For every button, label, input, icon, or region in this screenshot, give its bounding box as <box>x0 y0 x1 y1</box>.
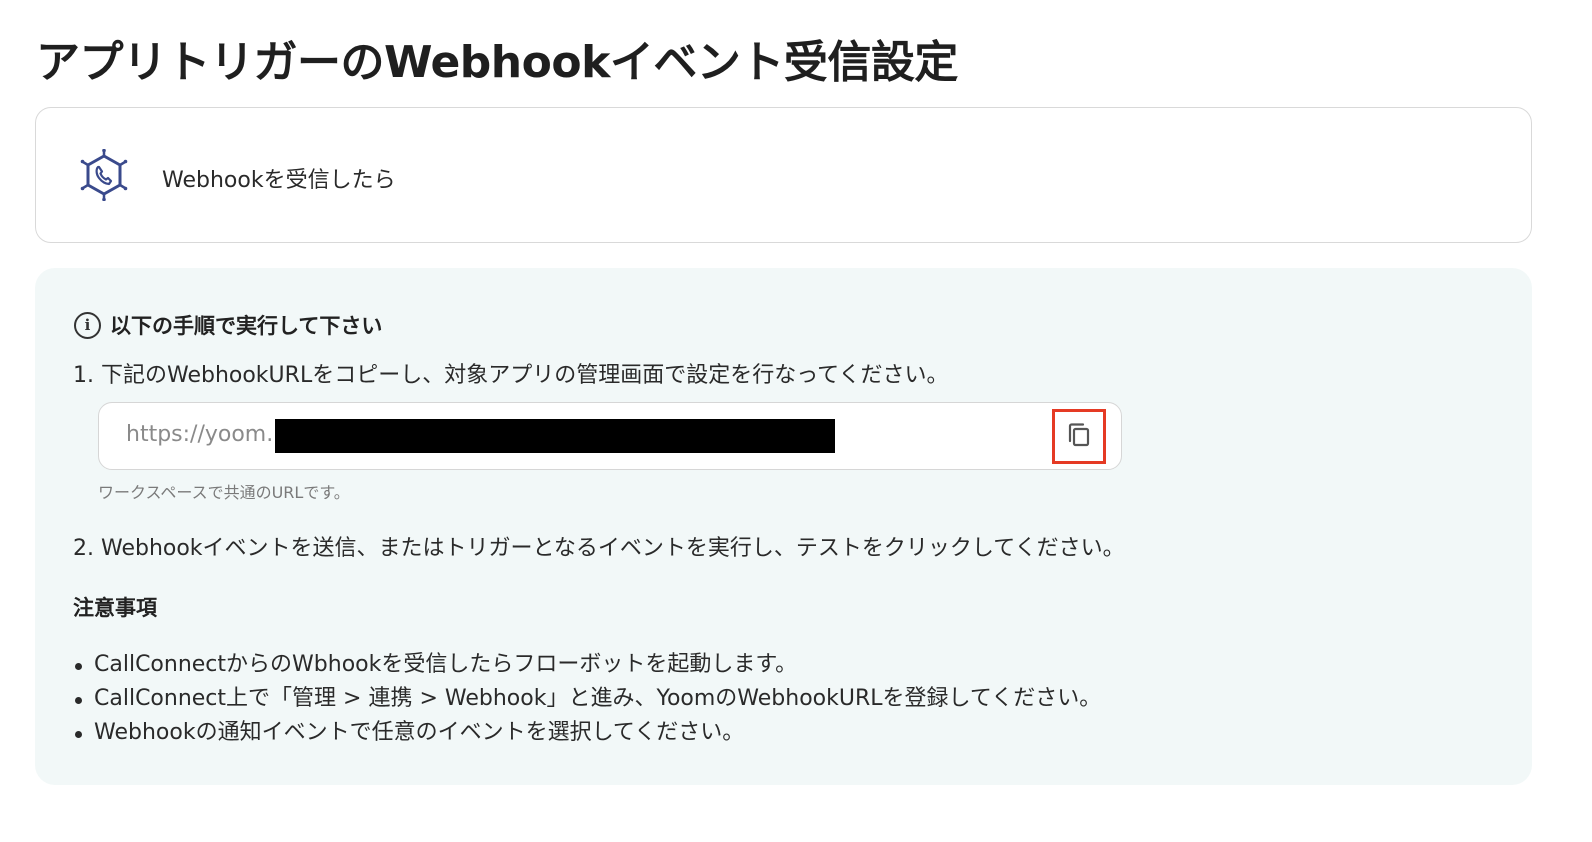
note-item: CallConnectからのWbhookを受信したらフローボットを起動します。 <box>73 648 1101 682</box>
instructions-heading: i 以下の手順で実行して下さい <box>74 310 382 340</box>
notes-heading: 注意事項 <box>73 596 157 620</box>
copy-icon <box>1065 421 1093 453</box>
webhook-phone-icon <box>78 148 130 202</box>
url-redaction-block <box>275 419 835 453</box>
url-helper-text: ワークスペースで共通のURLです。 <box>98 483 350 502</box>
page-title: アプリトリガーのWebhookイベント受信設定 <box>36 37 958 88</box>
notes-list: CallConnectからのWbhookを受信したらフローボットを起動します。 … <box>73 648 1101 750</box>
step-1-text: 1. 下記のWebhookURLをコピーし、対象アプリの管理画面で設定を行なって… <box>73 363 949 388</box>
step-2-text: 2. Webhookイベントを送信、またはトリガーとなるイベントを実行し、テスト… <box>73 536 1125 561</box>
info-icon: i <box>74 311 101 339</box>
note-item: Webhookの通知イベントで任意のイベントを選択してください。 <box>73 716 1101 750</box>
instructions-heading-text: 以下の手順で実行して下さい <box>110 314 383 338</box>
copy-url-button[interactable] <box>1052 409 1106 464</box>
note-item: CallConnect上で「管理 > 連携 > Webhook」と進み、Yoom… <box>73 682 1101 716</box>
trigger-label: Webhookを受信したら <box>162 168 396 193</box>
webhook-url-value: https://yoom. <box>126 422 274 447</box>
